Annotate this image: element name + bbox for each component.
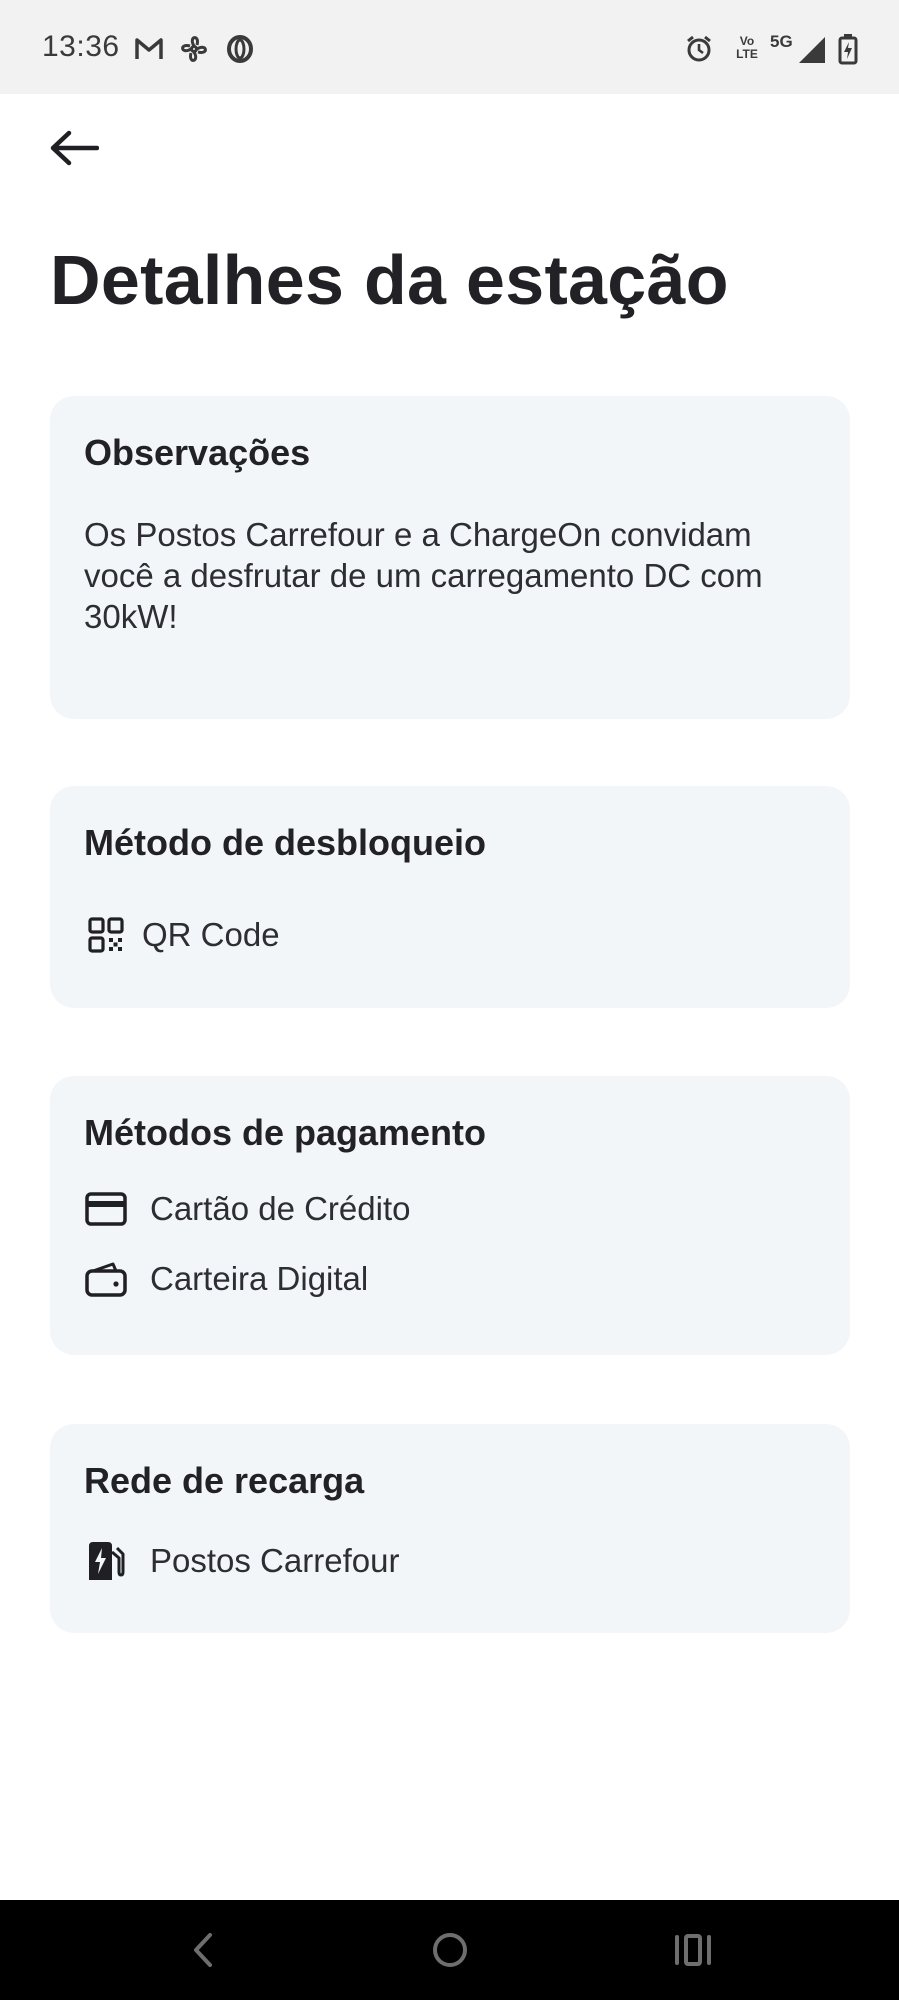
payment-method-label: Carteira Digital xyxy=(150,1260,369,1297)
charging-network-label: Postos Carrefour xyxy=(150,1542,400,1579)
unlock-method-title: Método de desbloqueio xyxy=(84,822,486,863)
credit-card-icon xyxy=(84,1187,128,1231)
status-bar: 13:36 Vo LTE 5G xyxy=(0,0,899,94)
recents-nav-icon xyxy=(675,1934,711,1966)
home-nav-icon xyxy=(433,1933,467,1967)
unlock-method-label: QR Code xyxy=(142,916,280,953)
status-time: 13:36 xyxy=(42,30,120,63)
arrow-left-icon xyxy=(50,130,99,166)
observations-card: Observações Os Postos Carrefour e a Char… xyxy=(50,396,850,719)
volte-icon: Vo LTE xyxy=(736,34,758,61)
wallet-icon xyxy=(84,1257,128,1301)
gmail-icon xyxy=(135,38,163,59)
signal-icon xyxy=(799,37,825,63)
back-nav-icon xyxy=(194,1933,212,1967)
payment-methods-title: Métodos de pagamento xyxy=(84,1112,487,1153)
payment-method-item: Carteira Digital xyxy=(84,1250,816,1308)
page-title: Detalhes da estação xyxy=(50,241,729,319)
opera-icon xyxy=(227,35,253,63)
unlock-method-item: QR Code xyxy=(84,906,816,964)
unlock-method-card: Método de desbloqueio QR Code xyxy=(50,786,850,1008)
payment-method-label: Cartão de Crédito xyxy=(150,1190,411,1227)
charging-network-item: Postos Carrefour xyxy=(84,1532,816,1590)
back-button[interactable] xyxy=(36,118,112,178)
qr-code-icon xyxy=(84,913,128,957)
ev-station-icon xyxy=(84,1539,128,1583)
nav-home-button[interactable] xyxy=(415,1918,485,1982)
nav-recents-button[interactable] xyxy=(658,1918,728,1982)
alarm-icon xyxy=(687,35,711,62)
battery-charging-icon xyxy=(838,34,858,65)
observations-text: Os Postos Carrefour e a ChargeOn convida… xyxy=(84,516,763,635)
charging-network-title: Rede de recarga xyxy=(84,1460,365,1501)
charging-network-card: Rede de recarga Postos Carrefour xyxy=(50,1424,850,1633)
payment-methods-card: Métodos de pagamento Cartão de Crédito C… xyxy=(50,1076,850,1355)
payment-method-item: Cartão de Crédito xyxy=(84,1180,816,1238)
5g-icon: 5G xyxy=(770,32,793,51)
fan-icon xyxy=(181,36,207,62)
navigation-bar xyxy=(0,1900,899,2000)
nav-back-button[interactable] xyxy=(168,1918,238,1982)
observations-title: Observações xyxy=(84,432,311,473)
